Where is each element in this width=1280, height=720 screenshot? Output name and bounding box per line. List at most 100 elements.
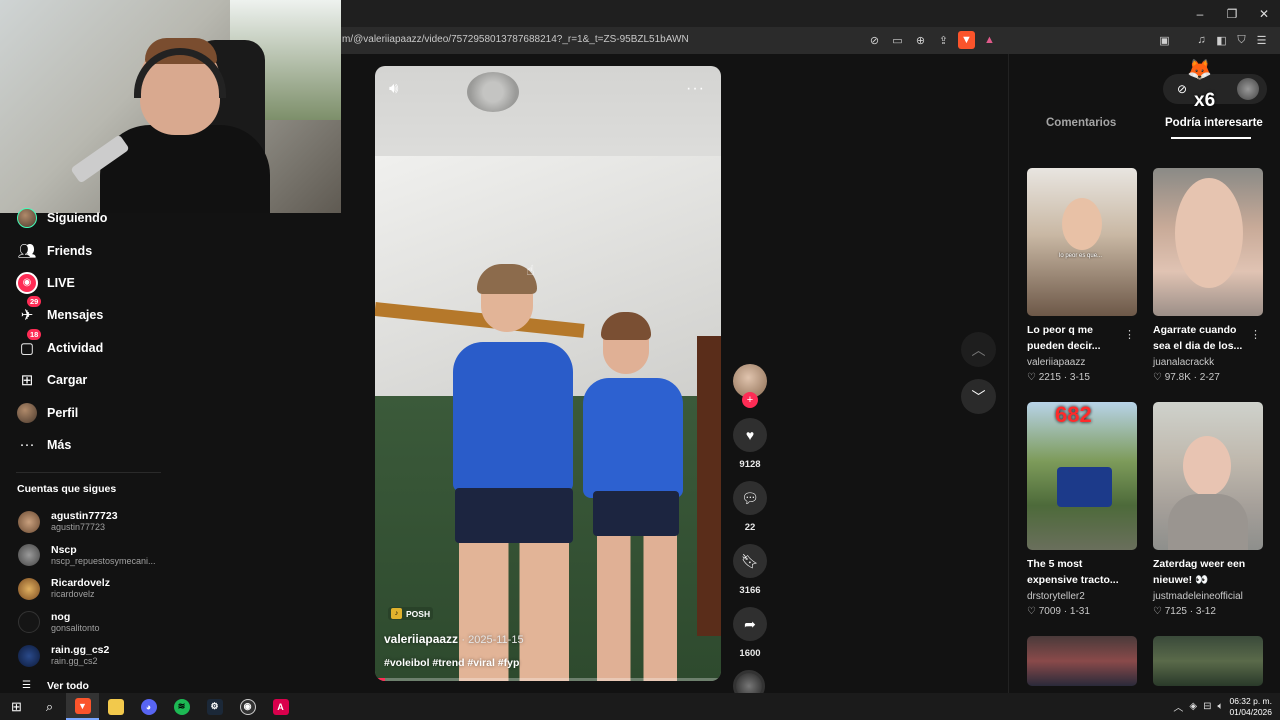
tray-network-icon[interactable]: ⊟ bbox=[1203, 701, 1211, 712]
minimize-button[interactable]: – bbox=[1184, 0, 1216, 27]
sidebar-nav: Siguiendo 👥︎ Friends ◉ LIVE ✈︎ 29 Mensaj… bbox=[0, 202, 175, 461]
taskbar-app[interactable]: A bbox=[264, 693, 297, 720]
restore-button[interactable]: ❐ bbox=[1216, 0, 1248, 27]
video-thumbnail[interactable]: 682 bbox=[1027, 402, 1137, 550]
card-author[interactable]: juanalacrackk bbox=[1153, 356, 1263, 370]
taskbar-explorer[interactable] bbox=[99, 693, 132, 720]
tray-bluetooth-icon[interactable]: ◈ bbox=[1189, 701, 1197, 712]
account-name: agustin77723 bbox=[51, 510, 118, 523]
taskbar-steam[interactable]: ⚙ bbox=[198, 693, 231, 720]
account-avatar bbox=[18, 644, 40, 667]
video-player[interactable]: 🔊︎ ··· ♪ POSH valeriiapaazz · 2025-11-15… bbox=[375, 66, 721, 681]
nav-messages[interactable]: ✈︎ 29 Mensajes bbox=[0, 296, 175, 331]
nav-label: Friends bbox=[47, 243, 93, 258]
card-author[interactable]: justmadeleineofficial bbox=[1153, 590, 1263, 604]
menu-icon[interactable]: ☰ bbox=[1253, 31, 1270, 49]
volume-icon[interactable]: 🔊︎ bbox=[389, 80, 398, 97]
user-avatar[interactable] bbox=[1237, 78, 1259, 100]
nav-activity[interactable]: ▢ 18 Actividad bbox=[0, 328, 175, 364]
profile-avatar-icon bbox=[16, 402, 38, 424]
following-account[interactable]: nog gonsalitonto bbox=[0, 606, 175, 640]
no-translate-icon[interactable]: ⊘ bbox=[866, 31, 883, 49]
search-icon[interactable]: ⌕ bbox=[33, 693, 66, 720]
video-card[interactable]: Zaterdag weer een nieuwe! 👀 justmadelein… bbox=[1153, 402, 1263, 619]
brave-rewards-icon[interactable]: ▲ bbox=[981, 31, 998, 49]
nav-profile[interactable]: Perfil bbox=[0, 396, 175, 428]
clock[interactable]: 06:32 p. m. 01/04/2026 bbox=[1229, 696, 1272, 718]
tab-related[interactable]: Podría interesarte bbox=[1165, 117, 1263, 129]
video-card[interactable]: lo peor es que... ⋮ Lo peor q me pueden … bbox=[1027, 168, 1137, 385]
video-card[interactable]: ⋮ Agarrate cuando sea el dia de los... j… bbox=[1153, 168, 1263, 385]
video-hashtags[interactable]: #voleibol #trend #viral #fyp bbox=[384, 657, 519, 669]
person-legs bbox=[597, 534, 677, 681]
brave-shields-icon[interactable]: ▼ bbox=[958, 31, 975, 49]
video-card[interactable] bbox=[1027, 636, 1137, 686]
video-card[interactable] bbox=[1153, 636, 1263, 686]
card-meta: Zaterdag weer een nieuwe! 👀 justmadelein… bbox=[1153, 556, 1263, 619]
folder-icon bbox=[107, 698, 124, 715]
thumb-caption: lo peor es que... bbox=[1059, 253, 1103, 259]
share-icon[interactable]: ➦ bbox=[733, 607, 767, 641]
share-icon[interactable]: ⇪ bbox=[935, 31, 952, 49]
windows-start-icon[interactable]: ⊞ bbox=[0, 693, 33, 720]
card-author[interactable]: drstoryteller2 bbox=[1027, 590, 1137, 604]
video-card[interactable]: 682 The 5 most expensive tracto... drsto… bbox=[1027, 402, 1137, 619]
taskbar-spotify[interactable]: ≋ bbox=[165, 693, 198, 720]
video-thumbnail[interactable] bbox=[1153, 636, 1263, 686]
card-more-icon[interactable]: ⋮ bbox=[1250, 328, 1261, 341]
media-icon[interactable]: ♫ bbox=[1193, 31, 1210, 49]
steam-icon: ⚙ bbox=[206, 698, 223, 715]
zoom-icon[interactable]: ⊕ bbox=[912, 31, 929, 49]
nav-friends[interactable]: 👥︎ Friends bbox=[0, 234, 175, 266]
following-account[interactable]: Ricardovelz ricardovelz bbox=[0, 572, 175, 606]
nav-upload[interactable]: ⊞ Cargar bbox=[0, 364, 175, 396]
video-progress[interactable] bbox=[375, 678, 721, 681]
video-person-1 bbox=[433, 264, 583, 681]
music-tag[interactable]: ♪ POSH bbox=[388, 607, 434, 620]
reader-icon[interactable]: ▣ bbox=[1156, 31, 1173, 49]
taskbar-discord[interactable]: ◕ bbox=[132, 693, 165, 720]
more-options-icon[interactable]: ··· bbox=[686, 80, 705, 98]
comment-icon[interactable]: 💬︎ bbox=[733, 481, 767, 515]
video-author[interactable]: valeriiapaazz bbox=[384, 632, 458, 646]
following-account[interactable]: Nscp nscp_repuestosymecani... bbox=[0, 539, 175, 573]
close-button[interactable]: ✕ bbox=[1248, 0, 1280, 27]
tray-chevron-icon[interactable]: ︿ bbox=[1173, 699, 1183, 714]
nav-live[interactable]: ◉ LIVE bbox=[0, 267, 175, 299]
person-shorts bbox=[455, 488, 573, 543]
account-handle: ricardovelz bbox=[51, 589, 95, 600]
account-avatar bbox=[18, 611, 40, 634]
sidebar-icon[interactable]: ◧ bbox=[1213, 31, 1230, 49]
nav-more[interactable]: ··· Más bbox=[0, 429, 175, 461]
card-meta: The 5 most expensive tracto... drstoryte… bbox=[1027, 556, 1137, 619]
previous-video-button[interactable]: ︿ bbox=[961, 332, 996, 367]
video-author-line: valeriiapaazz · 2025-11-15 bbox=[384, 632, 524, 646]
video-thumbnail[interactable]: lo peor es que... bbox=[1027, 168, 1137, 316]
following-account[interactable]: agustin77723 agustin77723 bbox=[0, 505, 175, 539]
cast-icon[interactable]: ▭ bbox=[889, 31, 906, 49]
following-account[interactable]: rain.gg_cs2 rain.gg_cs2 bbox=[0, 639, 175, 673]
tray-volume-icon[interactable]: 🔈︎ bbox=[1217, 701, 1223, 712]
follow-plus-icon[interactable]: + bbox=[742, 392, 758, 408]
nav-label: LIVE bbox=[47, 275, 75, 290]
card-more-icon[interactable]: ⋮ bbox=[1124, 328, 1135, 341]
clock-time: 06:32 p. m. bbox=[1229, 695, 1272, 706]
video-thumbnail[interactable] bbox=[1153, 168, 1263, 316]
taskbar-brave[interactable]: ▼ bbox=[66, 693, 99, 720]
vpn-shield-icon[interactable]: ⛉ bbox=[1233, 31, 1250, 49]
live-icon: ◉ bbox=[16, 271, 38, 294]
video-thumbnail[interactable] bbox=[1027, 636, 1137, 686]
url-field[interactable]: m/@valeriiapaazz/video/75729580137876882… bbox=[342, 34, 689, 45]
person-shorts bbox=[593, 491, 679, 536]
like-icon[interactable]: ♥ bbox=[733, 418, 767, 452]
taskbar-obs[interactable]: ◉ bbox=[231, 693, 264, 720]
thumb-body bbox=[1168, 494, 1248, 550]
video-thumbnail[interactable] bbox=[1153, 402, 1263, 550]
creator-avatar[interactable]: + bbox=[733, 364, 767, 408]
nav-following[interactable]: Siguiendo bbox=[0, 202, 175, 234]
card-author[interactable]: valeriiapaazz bbox=[1027, 356, 1137, 370]
next-video-button[interactable]: ﹀ bbox=[961, 379, 996, 414]
bookmark-icon[interactable]: 🔖︎ bbox=[733, 544, 767, 578]
live-badge: ◉ bbox=[16, 271, 38, 294]
tab-comments[interactable]: Comentarios bbox=[1046, 117, 1116, 129]
